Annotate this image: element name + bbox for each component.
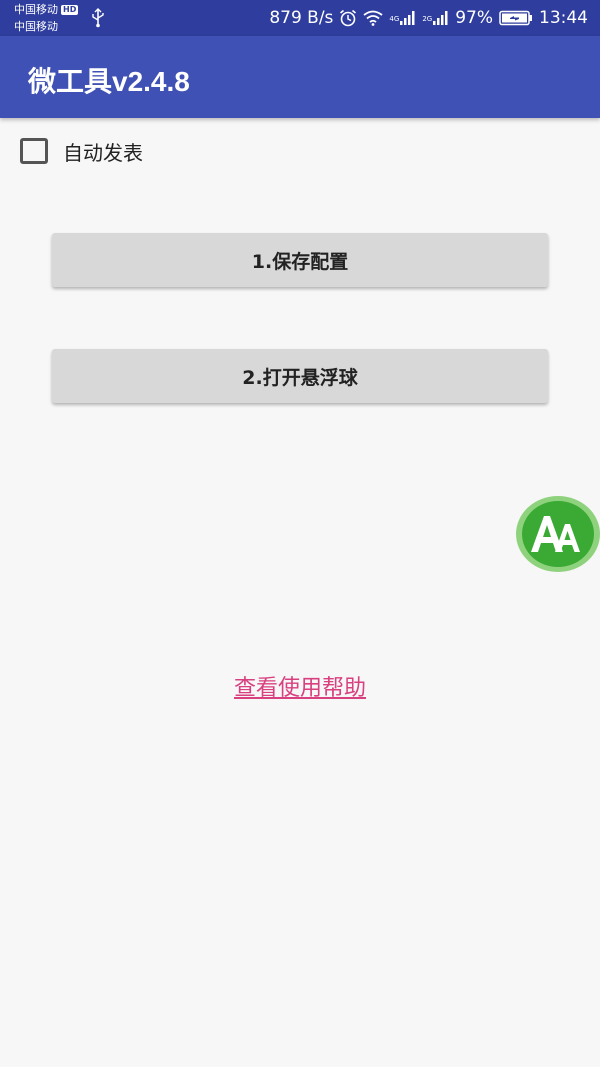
help-link[interactable]: 查看使用帮助 bbox=[0, 670, 600, 702]
signal-icon bbox=[433, 11, 448, 25]
wifi-icon bbox=[363, 10, 383, 26]
clock: 13:44 bbox=[539, 8, 588, 28]
auto-publish-label[interactable]: 自动发表 bbox=[63, 137, 143, 166]
floating-ball-inner bbox=[522, 501, 594, 567]
signal-2: 2G bbox=[422, 11, 449, 25]
signal-1: 4G bbox=[389, 11, 416, 25]
app-title: 微工具v2.4.8 bbox=[28, 66, 190, 97]
auto-publish-checkbox-row[interactable]: 自动发表 bbox=[20, 136, 143, 166]
battery-percent: 97% bbox=[455, 8, 493, 28]
aa-logo-icon bbox=[531, 516, 580, 552]
net-speed: 879 B/s bbox=[269, 8, 334, 28]
status-bar: 中国移动 HD 中国移动 879 B/s 4G 2G 97% 13:44 bbox=[0, 0, 600, 36]
battery-icon bbox=[499, 10, 532, 26]
save-config-button[interactable]: 1.保存配置 bbox=[52, 233, 548, 287]
carrier-1: 中国移动 HD bbox=[14, 3, 79, 16]
carrier-2-label: 中国移动 bbox=[14, 20, 58, 33]
carrier-1-label: 中国移动 bbox=[14, 3, 58, 16]
usb-icon bbox=[92, 8, 104, 28]
signal-1-tag: 4G bbox=[389, 15, 400, 23]
floating-ball[interactable] bbox=[516, 496, 600, 572]
hd-badge: HD bbox=[61, 5, 79, 15]
auto-publish-checkbox[interactable] bbox=[20, 138, 48, 164]
open-float-ball-button[interactable]: 2.打开悬浮球 bbox=[52, 349, 548, 403]
app-bar: 微工具v2.4.8 bbox=[0, 36, 600, 118]
signal-2-tag: 2G bbox=[422, 15, 433, 23]
alarm-icon bbox=[340, 9, 357, 27]
status-icons: 879 B/s 4G 2G 97% 13:44 bbox=[269, 0, 588, 36]
signal-icon bbox=[400, 11, 415, 25]
